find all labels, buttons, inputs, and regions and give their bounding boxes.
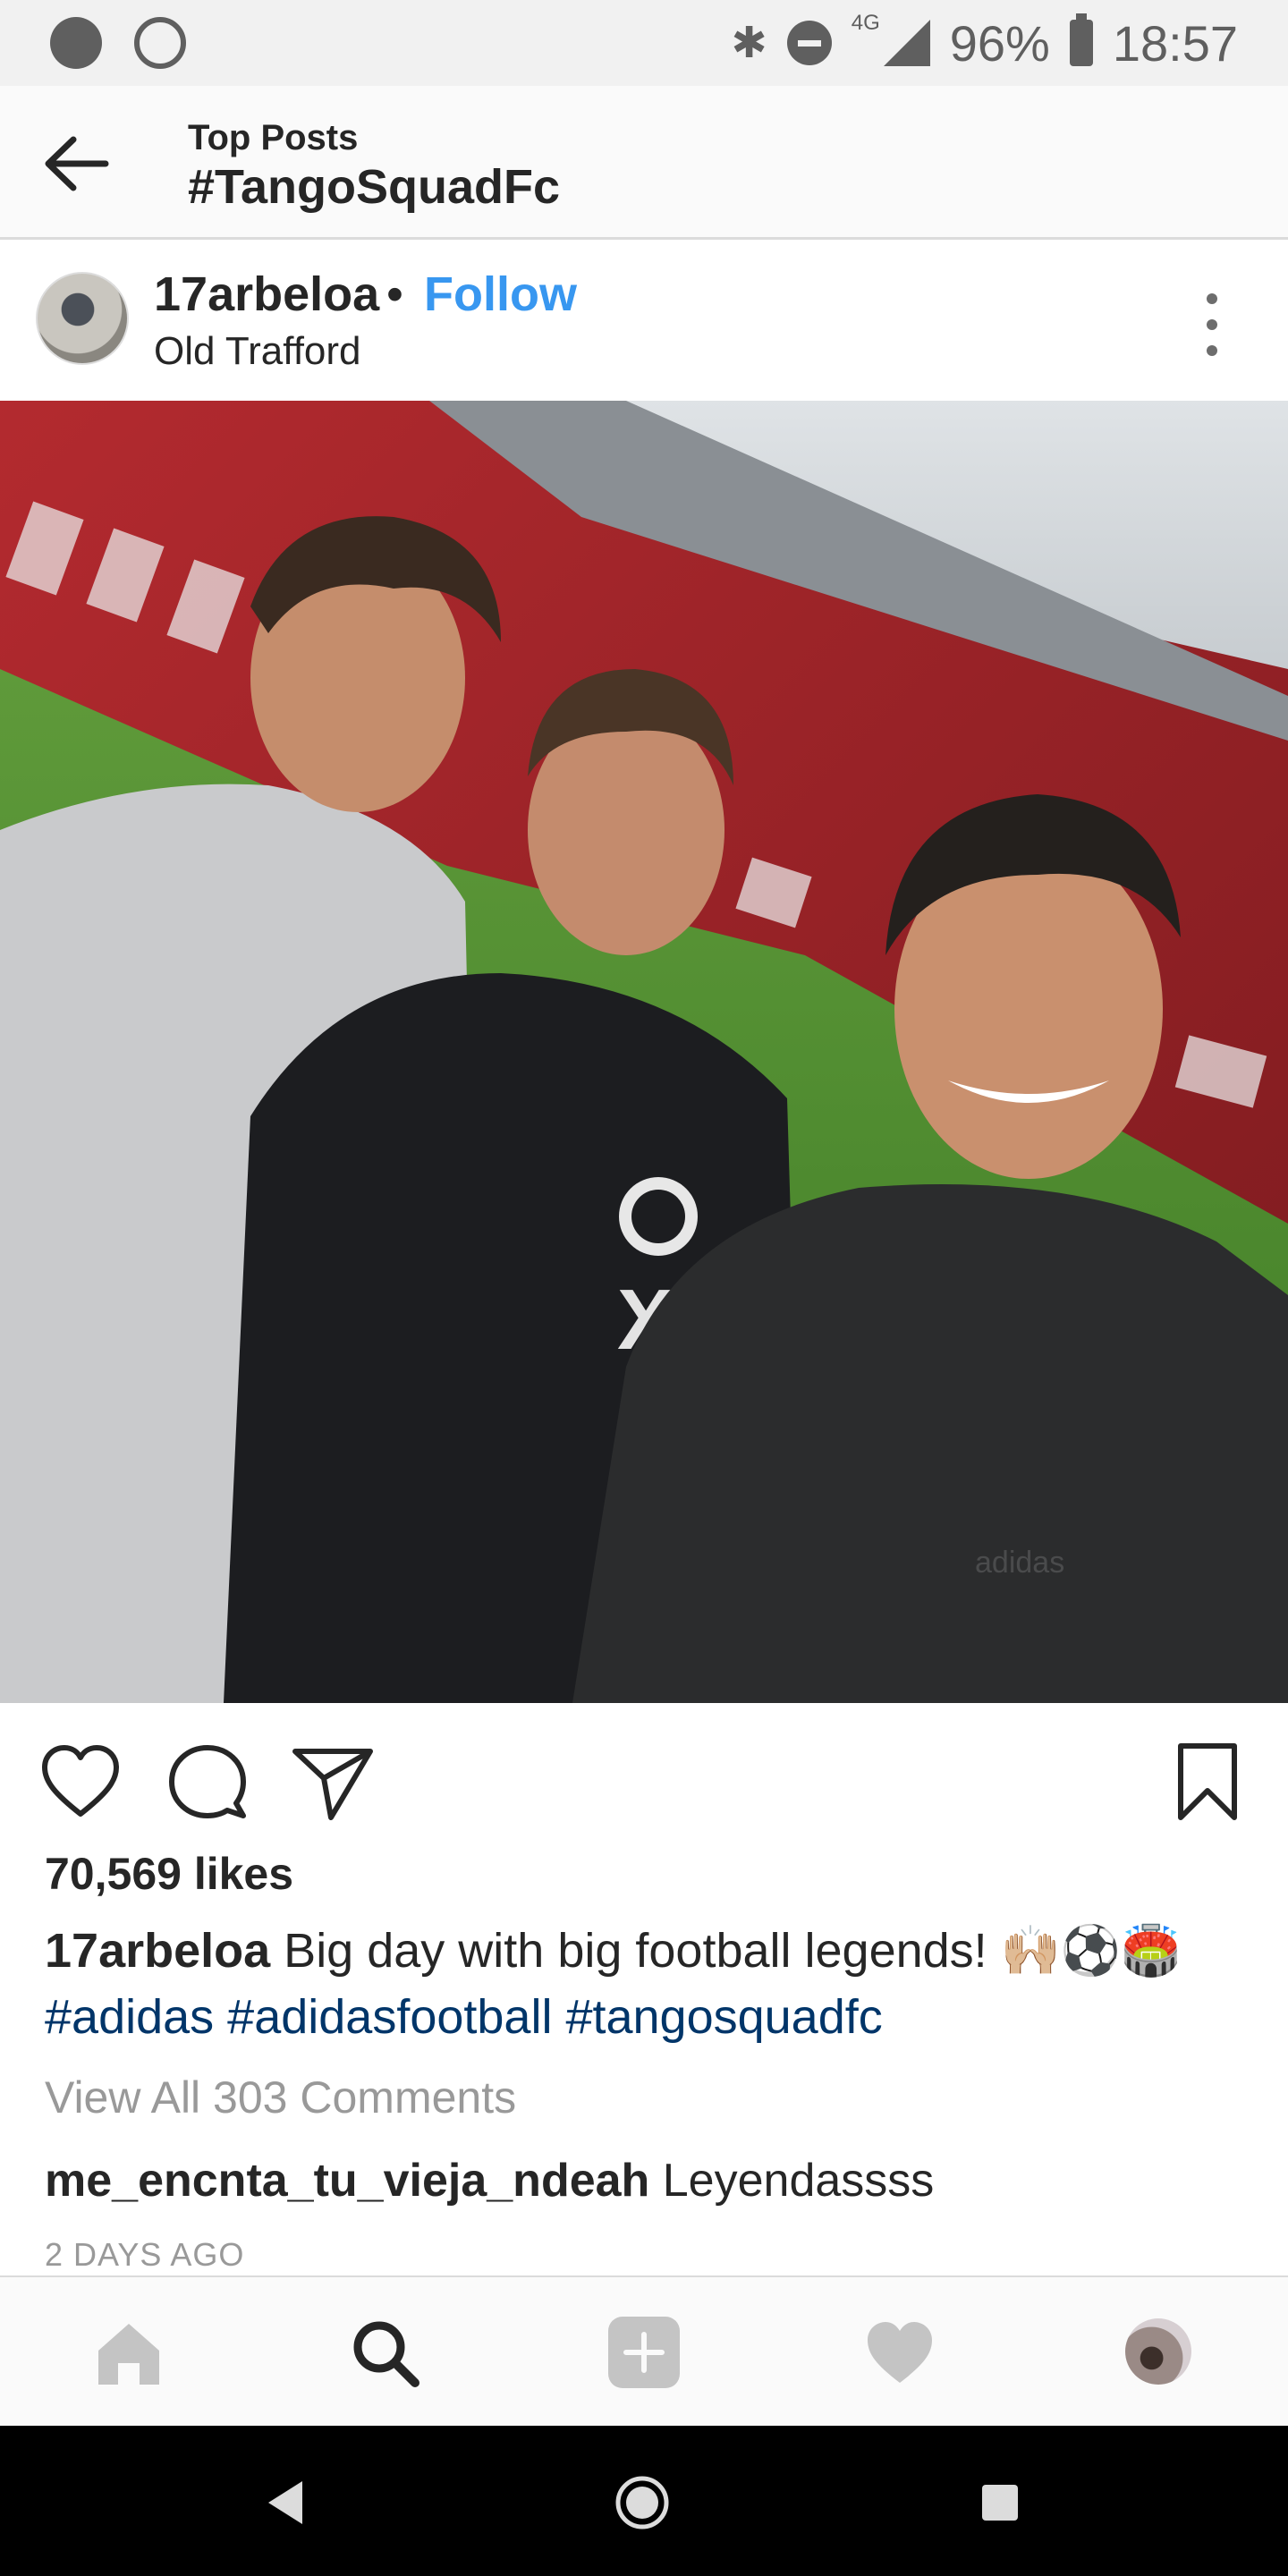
share-button[interactable] [290, 1739, 376, 1825]
triangle-back-icon [268, 2481, 302, 2524]
like-button[interactable] [38, 1739, 123, 1825]
header-subtitle: Top Posts [188, 118, 359, 157]
bluetooth-icon: ✱ [731, 20, 767, 67]
post-caption: 17arbeloa Big day with big football lege… [45, 1918, 1261, 2050]
hoodie-brand: adidas [975, 1546, 1064, 1580]
battery-icon [1069, 13, 1093, 66]
nav-home[interactable] [91, 2315, 166, 2390]
page-title: #TangoSquadFc [188, 160, 561, 214]
search-icon [353, 2321, 419, 2387]
nav-activity[interactable] [862, 2315, 937, 2390]
add-post-icon [608, 2317, 680, 2388]
status-bar: ✱ 4G 96% 18:57 [0, 0, 1288, 86]
system-back-button[interactable] [259, 2474, 317, 2531]
battery-percent: 96% [949, 14, 1050, 72]
post-header: 17arbeloa • Follow Old Trafford [0, 240, 1288, 401]
comment-button[interactable] [165, 1739, 250, 1825]
follow-button[interactable]: Follow [424, 267, 577, 322]
view-all-comments-link[interactable]: View All 303 Comments [45, 2072, 516, 2123]
more-dot-icon [1207, 319, 1217, 330]
comment: me_encnta_tu_vieja_ndeah Leyendassss [45, 2154, 934, 2207]
more-dot-icon [1207, 345, 1217, 356]
back-arrow-icon [45, 136, 109, 191]
home-icon [98, 2324, 159, 2385]
nav-profile-avatar[interactable] [1125, 2318, 1191, 2385]
likes-count[interactable]: 70,569 likes [45, 1848, 293, 1900]
comment-icon [169, 1745, 246, 1818]
more-dot-icon [1207, 293, 1217, 304]
top-posts-header: Top Posts #TangoSquadFc [0, 86, 1288, 240]
post-username[interactable]: 17arbeloa [154, 267, 379, 322]
comment-username[interactable]: me_encnta_tu_vieja_ndeah [45, 2155, 649, 2207]
avatar[interactable] [36, 272, 129, 365]
separator-dot: • [386, 267, 403, 321]
post-actions [0, 1703, 1288, 1846]
signal-icon [883, 20, 930, 66]
nav-new-post[interactable] [606, 2315, 682, 2390]
post-timestamp: 2 DAYS AGO [45, 2236, 245, 2273]
system-recents-button[interactable] [971, 2474, 1029, 2531]
circle-home-icon [615, 2476, 669, 2529]
caption-username[interactable]: 17arbeloa [45, 1924, 270, 1978]
post-photo[interactable]: XA adidas [0, 401, 1288, 1703]
square-recents-icon [982, 2485, 1018, 2521]
bottom-nav [0, 2275, 1288, 2426]
nav-search[interactable] [347, 2315, 422, 2390]
caption-hashtags[interactable]: #adidas #adidasfootball #tangosquadfc [45, 1990, 883, 2044]
post-location[interactable]: Old Trafford [154, 329, 361, 374]
back-button[interactable] [41, 132, 111, 195]
more-options-button[interactable] [1199, 293, 1225, 356]
comment-text: Leyendassss [662, 2155, 935, 2207]
clock: 18:57 [1112, 14, 1238, 72]
heart-icon [42, 1745, 119, 1817]
spotify-icon [50, 17, 102, 69]
whatsapp-icon [134, 17, 186, 69]
bookmark-icon [1178, 1743, 1237, 1820]
photo-illustration: XA adidas [0, 401, 1288, 1703]
heart-icon [868, 2322, 932, 2383]
system-home-button[interactable] [614, 2474, 671, 2531]
caption-text: Big day with big football legends! 🙌🏼⚽🏟️ [284, 1924, 1182, 1978]
network-type: 4G [851, 11, 880, 35]
system-navigation-bar [0, 2426, 1288, 2576]
send-icon [292, 1749, 373, 1820]
save-button[interactable] [1165, 1739, 1250, 1825]
do-not-disturb-icon [786, 21, 832, 65]
